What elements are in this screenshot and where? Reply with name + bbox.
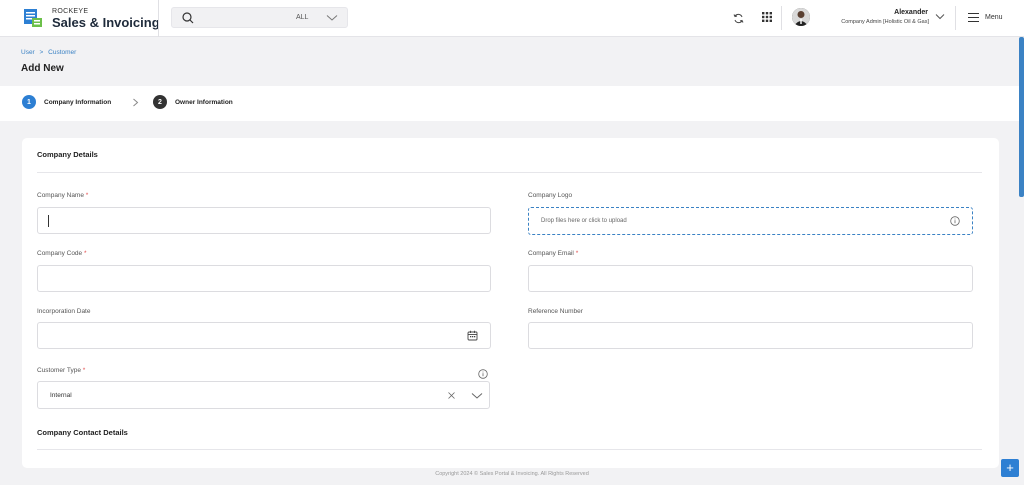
reference-number-label: Reference Number xyxy=(528,308,583,315)
step-number: 2 xyxy=(153,95,167,109)
top-bar: ROCKEYE Sales & Invoicing ALL Alexander xyxy=(0,0,1024,37)
text-caret xyxy=(48,215,49,227)
company-email-input[interactable] xyxy=(528,265,973,292)
user-name[interactable]: Alexander xyxy=(894,9,928,16)
customer-type-select[interactable]: Internal xyxy=(37,381,490,409)
user-role: Company Admin [Holistic Oil & Gas] xyxy=(841,19,929,25)
info-icon[interactable] xyxy=(950,216,960,226)
company-code-input[interactable] xyxy=(37,265,491,292)
search-icon[interactable] xyxy=(182,12,194,24)
breadcrumb-customer[interactable]: Customer xyxy=(48,49,76,56)
user-avatar[interactable] xyxy=(792,8,810,26)
company-email-label: Company Email * xyxy=(528,250,579,257)
form-card xyxy=(22,138,999,468)
section-title-company-details: Company Details xyxy=(37,150,98,159)
breadcrumb-user[interactable]: User xyxy=(21,49,35,56)
chevron-down-icon[interactable] xyxy=(471,392,483,400)
footer-copyright: Copyright 2024 © Sales Portal & Invoicin… xyxy=(435,471,589,477)
info-icon[interactable] xyxy=(478,369,488,379)
chevron-down-icon[interactable] xyxy=(935,13,945,20)
customer-type-label: Customer Type * xyxy=(37,367,86,374)
breadcrumb-separator: > xyxy=(39,49,44,56)
clear-icon[interactable] xyxy=(448,392,455,399)
step-label: Owner Information xyxy=(175,98,233,106)
calendar-icon[interactable] xyxy=(467,330,478,341)
company-code-label: Company Code * xyxy=(37,250,87,257)
app-logo-icon[interactable] xyxy=(23,8,43,28)
brand-small-text: ROCKEYE xyxy=(52,8,89,15)
reference-number-input[interactable] xyxy=(528,322,973,349)
chevron-down-icon[interactable] xyxy=(326,14,338,22)
hamburger-icon xyxy=(968,13,979,22)
page-title: Add New xyxy=(21,63,64,74)
customer-type-value: Internal xyxy=(50,392,72,399)
scrollbar[interactable] xyxy=(1019,37,1024,197)
dropzone-text: Drop files here or click to upload xyxy=(541,218,627,224)
incorporation-date-label: Incorporation Date xyxy=(37,308,91,315)
company-logo-label: Company Logo xyxy=(528,192,573,199)
apps-grid-icon[interactable] xyxy=(762,12,772,22)
menu-button[interactable]: Menu xyxy=(968,13,1003,22)
company-logo-dropzone[interactable]: Drop files here or click to upload xyxy=(528,207,973,235)
add-button[interactable]: + xyxy=(1001,459,1019,477)
divider xyxy=(37,449,982,450)
step-number: 1 xyxy=(22,95,36,109)
incorporation-date-input[interactable] xyxy=(37,322,491,349)
brand-title: Sales & Invoicing xyxy=(52,15,160,30)
step-owner-information[interactable]: 2 Owner Information xyxy=(153,95,233,109)
menu-label: Menu xyxy=(985,14,1003,21)
company-name-label: Company Name * xyxy=(37,192,89,199)
divider xyxy=(37,172,982,173)
section-title-company-contact-details: Company Contact Details xyxy=(37,428,128,437)
chevron-right-icon xyxy=(133,98,139,107)
brand: ROCKEYE Sales & Invoicing xyxy=(52,8,160,29)
search-bar[interactable]: ALL xyxy=(171,7,348,28)
breadcrumb: User > Customer xyxy=(21,49,76,56)
divider xyxy=(158,0,159,37)
step-company-information[interactable]: 1 Company Information xyxy=(22,95,111,109)
search-scope-select[interactable]: ALL xyxy=(296,14,308,21)
refresh-icon[interactable] xyxy=(733,13,744,24)
divider xyxy=(955,6,956,30)
step-label: Company Information xyxy=(44,98,112,106)
company-name-input[interactable] xyxy=(37,207,491,234)
divider xyxy=(781,6,782,30)
